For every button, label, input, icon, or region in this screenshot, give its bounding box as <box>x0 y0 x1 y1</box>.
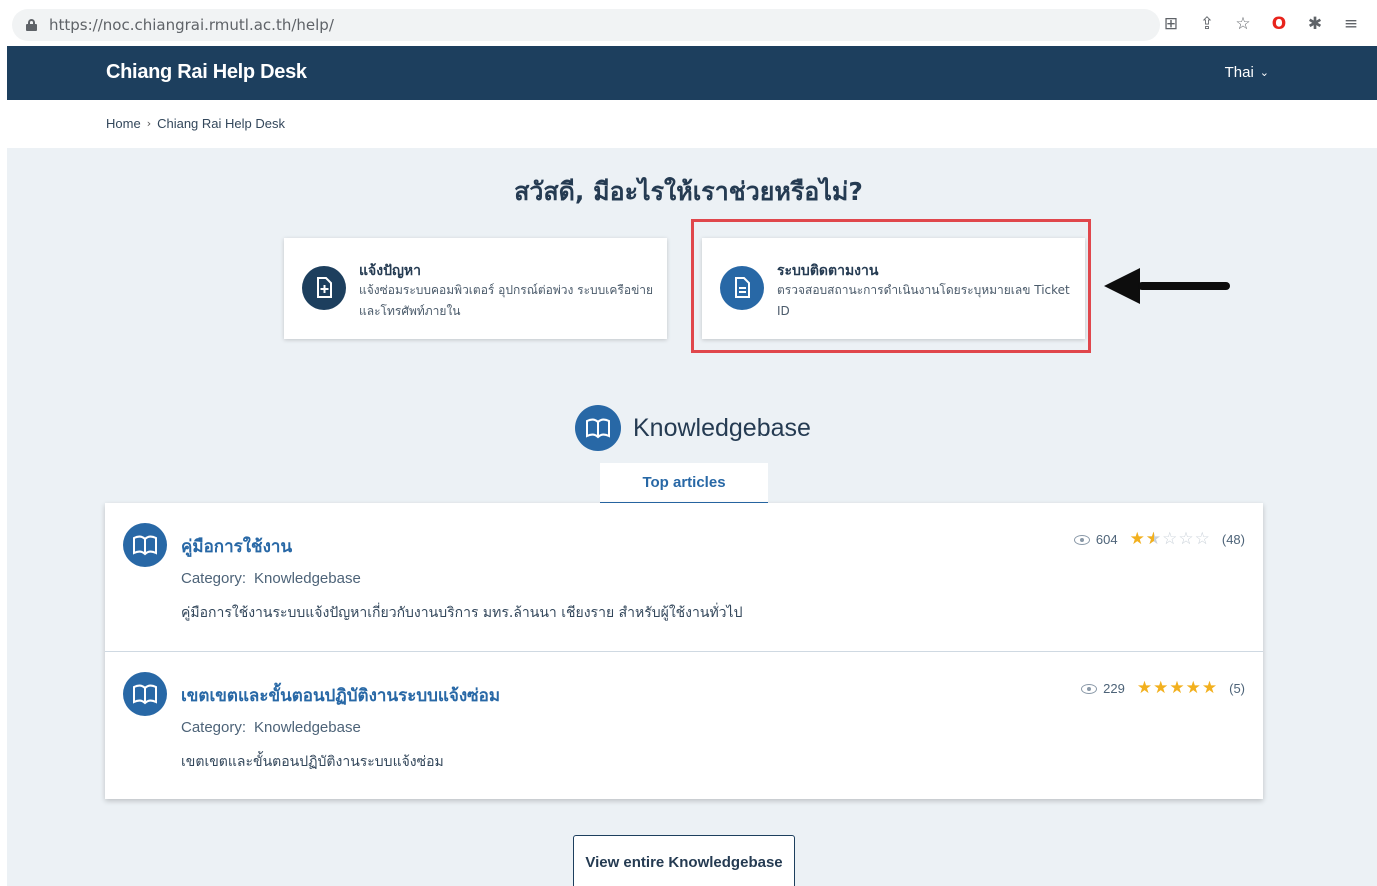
star-icon: ★ <box>1201 678 1218 698</box>
star-icon: ★ <box>1153 678 1169 698</box>
add-document-icon <box>302 266 346 310</box>
card-description: แจ้งซ่อมระบบคอมพิวเตอร์ อุปกรณ์ต่อพ่วง ร… <box>359 283 654 318</box>
star-icon: ★ <box>1169 678 1185 698</box>
extensions-icon[interactable]: ✱ <box>1297 12 1333 36</box>
list-item[interactable]: คู่มือการใช้งาน Category: Knowledgebase ค… <box>105 503 1263 651</box>
view-knowledgebase-button[interactable]: View entire Knowledgebase <box>573 835 795 886</box>
list-item[interactable]: เขตเขตและขั้นตอนปฏิบัติงานระบบแจ้งซ่อม C… <box>105 651 1263 799</box>
book-icon <box>123 523 167 567</box>
category-label: Category: <box>181 570 247 587</box>
category-value[interactable]: Knowledgebase <box>254 719 361 736</box>
page-greeting: สวัสดี, มีอะไรให้เราช่วยหรือไม่? <box>514 177 863 206</box>
article-description: คู่มือการใช้งานระบบแจ้งปัญหาเกี่ยวกับงาน… <box>181 605 743 621</box>
view-count: 229 <box>1103 681 1125 696</box>
article-category: Category: Knowledgebase <box>181 719 361 736</box>
reading-list-icon[interactable]: ≡ <box>1333 12 1369 36</box>
browser-toolbar: https://noc.chiangrai.rmutl.ac.th/help/ … <box>0 0 1377 46</box>
eye-icon <box>1073 534 1090 545</box>
article-meta: 604 ★★☆☆☆ (48) <box>1073 529 1245 549</box>
highlight-box <box>691 219 1091 353</box>
report-problem-card[interactable]: แจ้งปัญหา แจ้งซ่อมระบบคอมพิวเตอร์ อุปกรณ… <box>284 238 667 339</box>
lock-icon <box>26 19 37 31</box>
browser-actions: ⊞ ⇪ ☆ O ✱ ≡ <box>1153 12 1369 36</box>
chevron-down-icon: ⌄ <box>1259 66 1269 79</box>
card-title: แจ้งปัญหา <box>359 263 421 279</box>
url-text[interactable]: https://noc.chiangrai.rmutl.ac.th/help/ <box>49 16 334 34</box>
star-empty-icon: ☆ <box>1162 529 1178 549</box>
star-icon: ★ <box>1185 678 1201 698</box>
star-empty-icon: ☆ <box>1178 529 1194 549</box>
book-icon <box>123 672 167 716</box>
breadcrumb-current: Chiang Rai Help Desk <box>157 116 285 131</box>
article-title-link[interactable]: เขตเขตและขั้นตอนปฏิบัติงานระบบแจ้งซ่อม <box>181 682 500 709</box>
rating-stars: ★ ★ ★ ★ ★ <box>1137 680 1217 697</box>
article-list: คู่มือการใช้งาน Category: Knowledgebase ค… <box>105 503 1263 799</box>
article-description: เขตเขตและขั้นตอนปฏิบัติงานระบบแจ้งซ่อม <box>181 754 444 770</box>
eye-icon <box>1081 683 1098 694</box>
star-icon: ★ <box>1136 678 1153 698</box>
article-category: Category: Knowledgebase <box>181 570 361 587</box>
breadcrumb-home-link[interactable]: Home <box>106 116 141 131</box>
site-header: Chiang Rai Help Desk Thai ⌄ <box>7 46 1377 100</box>
vote-count: (48) <box>1221 532 1245 547</box>
language-selector[interactable]: Thai ⌄ <box>1225 64 1269 81</box>
view-count: 604 <box>1095 532 1118 547</box>
translate-icon[interactable]: ⊞ <box>1153 12 1189 36</box>
language-label: Thai <box>1224 64 1254 81</box>
star-empty-icon: ☆ <box>1194 529 1210 549</box>
chevron-right-icon: › <box>146 117 152 130</box>
share-icon[interactable]: ⇪ <box>1189 12 1225 36</box>
star-icon: ★ <box>1129 529 1145 549</box>
category-value[interactable]: Knowledgebase <box>254 570 361 587</box>
tab-top-articles[interactable]: Top articles <box>600 463 768 504</box>
address-bar[interactable]: https://noc.chiangrai.rmutl.ac.th/help/ <box>12 9 1160 41</box>
breadcrumb: Home › Chiang Rai Help Desk <box>106 116 285 131</box>
star-half-icon: ★ <box>1146 531 1161 549</box>
category-label: Category: <box>181 719 247 736</box>
knowledgebase-title: Knowledgebase <box>633 413 811 442</box>
article-meta: 229 ★ ★ ★ ★ ★ (5) <box>1081 680 1245 697</box>
vote-count: (5) <box>1229 681 1245 696</box>
article-title-link[interactable]: คู่มือการใช้งาน <box>181 533 292 560</box>
brand-link[interactable]: Chiang Rai Help Desk <box>106 61 307 84</box>
rating-stars: ★★☆☆☆ <box>1129 529 1210 549</box>
arrow-shaft <box>1138 282 1230 290</box>
star-icon[interactable]: ☆ <box>1225 12 1261 36</box>
book-icon <box>575 405 621 451</box>
opera-icon[interactable]: O <box>1261 12 1297 36</box>
knowledgebase-heading: Knowledgebase <box>575 405 811 451</box>
arrow-icon <box>1104 268 1140 304</box>
